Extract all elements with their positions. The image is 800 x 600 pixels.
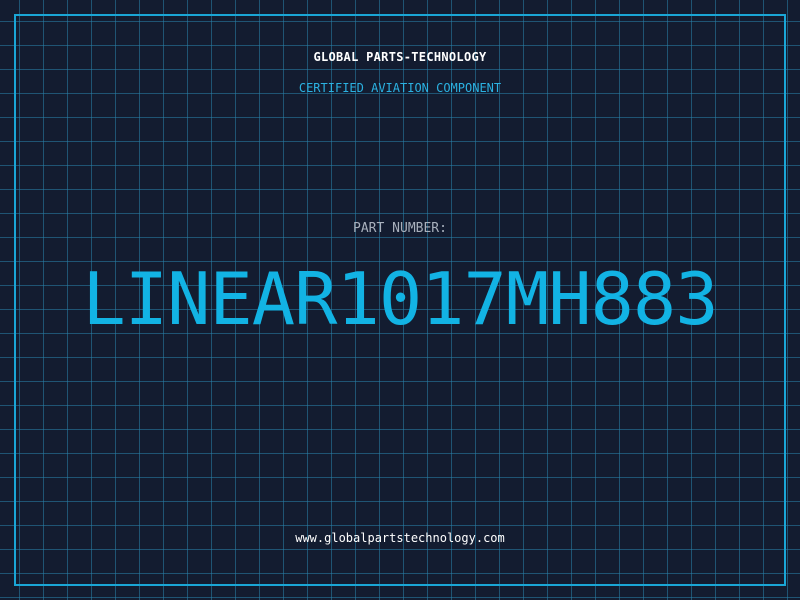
company-name: GLOBAL PARTS-TECHNOLOGY [313, 50, 487, 64]
part-card: GLOBAL PARTS-TECHNOLOGY CERTIFIED AVIATI… [0, 0, 800, 600]
certification-subtitle: CERTIFIED AVIATION COMPONENT [298, 81, 502, 95]
part-number-value: LINEAR1017MH883 [82, 257, 718, 341]
website-url: www.globalpartstechnology.com [295, 531, 505, 545]
part-number-label: PART NUMBER: [353, 221, 447, 236]
